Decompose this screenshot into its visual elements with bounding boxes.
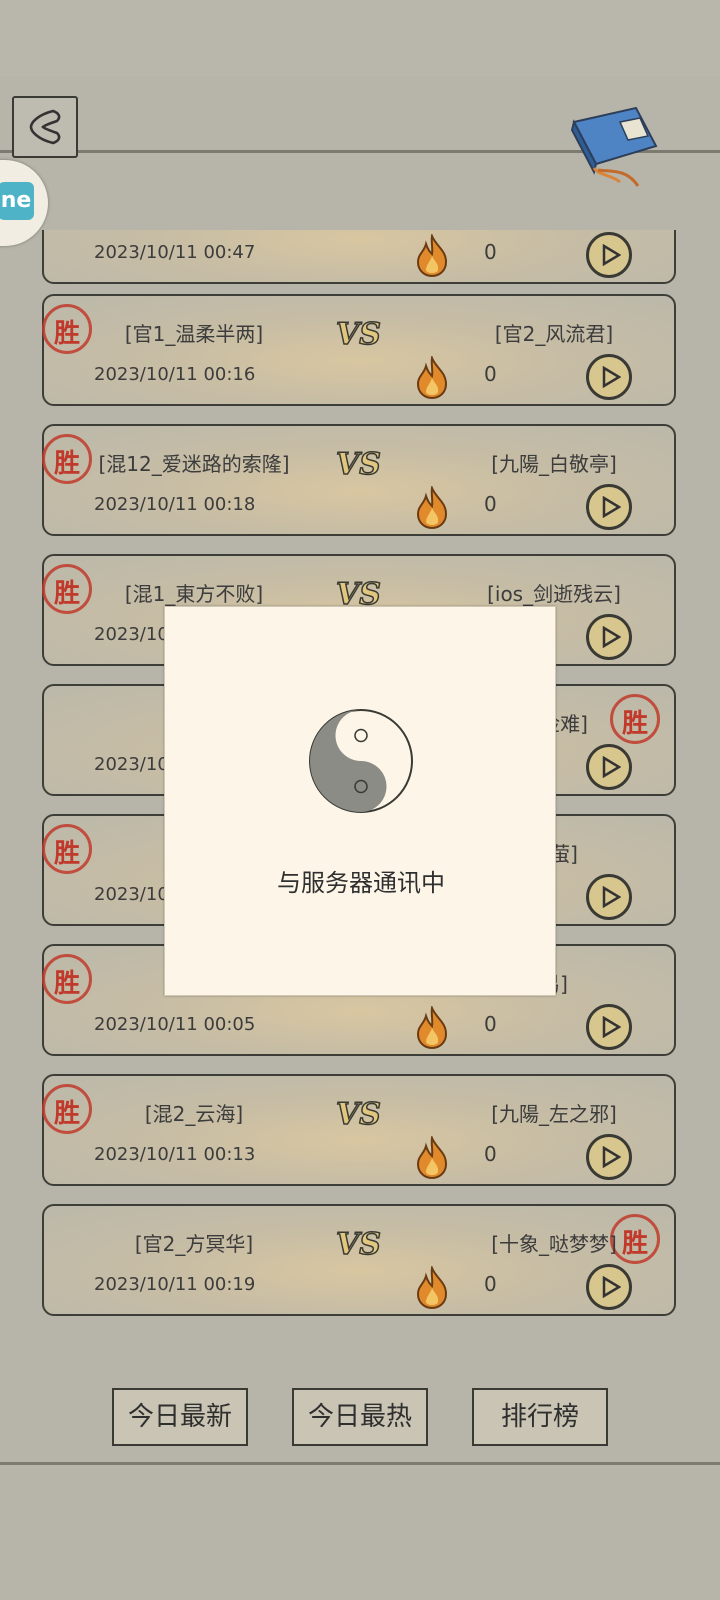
vs-icon: VS	[335, 576, 381, 610]
heat-count: 0	[484, 1272, 497, 1296]
player-right: [九陽_左之邪]	[491, 1102, 617, 1126]
tab-today-latest[interactable]: 今日最新	[112, 1388, 248, 1446]
match-card[interactable]: 2023/10/11 00:47 0	[42, 230, 676, 284]
match-date: 2023/10/11 00:05	[94, 1014, 256, 1035]
play-icon	[602, 626, 621, 648]
heat-count: 0	[484, 240, 497, 264]
match-date: 2023/10/11 00:16	[94, 364, 256, 385]
fire-icon	[416, 486, 448, 530]
svg-text:VS: VS	[336, 1097, 381, 1130]
match-date: 2023/10/11 00:13	[94, 1144, 256, 1165]
footer-divider	[0, 1462, 720, 1465]
player-left: [官2_方冥华]	[134, 1232, 254, 1256]
vs-icon: VS	[335, 446, 381, 480]
heat-count: 0	[484, 1012, 497, 1036]
play-icon	[602, 1016, 621, 1038]
heat-count: 0	[484, 1142, 497, 1166]
player-left: [混1_東方不败]	[124, 582, 264, 606]
side-badge-label: ne	[0, 182, 34, 220]
match-date: 2023/10/11 00:19	[94, 1274, 256, 1295]
heat-count: 0	[484, 492, 497, 516]
svg-text:VS: VS	[336, 317, 381, 350]
fire-icon	[416, 1136, 448, 1180]
fire-icon	[416, 356, 448, 400]
match-date: 2023/10/11 00:47	[94, 242, 256, 263]
match-card[interactable]: 胜 [官1_温柔半两] VS [官2_风流君] 2023/10/11 00:16…	[42, 294, 676, 406]
tab-today-hottest[interactable]: 今日最热	[292, 1388, 428, 1446]
player-left: [官1_温柔半两]	[124, 322, 264, 346]
play-replay-button[interactable]	[586, 232, 632, 278]
yin-yang-icon	[309, 709, 413, 813]
match-date: 2023/10/11 00:18	[94, 494, 256, 515]
play-icon	[602, 1146, 621, 1168]
player-right: [十象_哒梦梦]	[491, 1232, 617, 1256]
match-card[interactable]: 胜 [混2_云海] VS [九陽_左之邪] 2023/10/11 00:13 0	[42, 1074, 676, 1186]
book-icon[interactable]	[566, 102, 662, 190]
play-icon	[602, 244, 621, 266]
play-replay-button[interactable]	[586, 484, 632, 530]
play-replay-button[interactable]	[586, 874, 632, 920]
loading-message: 与服务器通讯中	[277, 869, 445, 897]
play-icon	[602, 366, 621, 388]
player-left: [混2_云海]	[144, 1102, 244, 1126]
player-left: [混12_爱迷路的索隆]	[98, 452, 290, 476]
back-arrow-icon	[29, 109, 61, 145]
fire-icon	[416, 234, 448, 278]
heat-count: 0	[484, 362, 497, 386]
vs-icon: VS	[335, 1096, 381, 1130]
back-button[interactable]	[12, 96, 78, 158]
play-replay-button[interactable]	[586, 744, 632, 790]
play-icon	[602, 886, 621, 908]
svg-text:VS: VS	[336, 1227, 381, 1260]
match-card[interactable]: 胜 [官2_方冥华] VS [十象_哒梦梦] 2023/10/11 00:19 …	[42, 1204, 676, 1316]
player-right: [官2_风流君]	[494, 322, 614, 346]
top-bar	[0, 0, 720, 76]
tab-leaderboard[interactable]: 排行榜	[472, 1388, 608, 1446]
vs-icon: VS	[335, 1226, 381, 1260]
play-replay-button[interactable]	[586, 614, 632, 660]
vs-icon: VS	[335, 316, 381, 350]
player-right: [ios_剑逝残云]	[487, 582, 621, 606]
play-replay-button[interactable]	[586, 1134, 632, 1180]
fire-icon	[416, 1266, 448, 1310]
play-icon	[602, 756, 621, 778]
play-replay-button[interactable]	[586, 354, 632, 400]
play-icon	[602, 496, 621, 518]
match-card[interactable]: 胜 [混12_爱迷路的索隆] VS [九陽_白敬亭] 2023/10/11 00…	[42, 424, 676, 536]
play-replay-button[interactable]	[586, 1004, 632, 1050]
player-right: [九陽_白敬亭]	[491, 452, 617, 476]
loading-dialog: 与服务器通讯中	[164, 606, 556, 996]
svg-text:VS: VS	[336, 447, 381, 480]
fire-icon	[416, 1006, 448, 1050]
play-icon	[602, 1276, 621, 1298]
play-replay-button[interactable]	[586, 1264, 632, 1310]
